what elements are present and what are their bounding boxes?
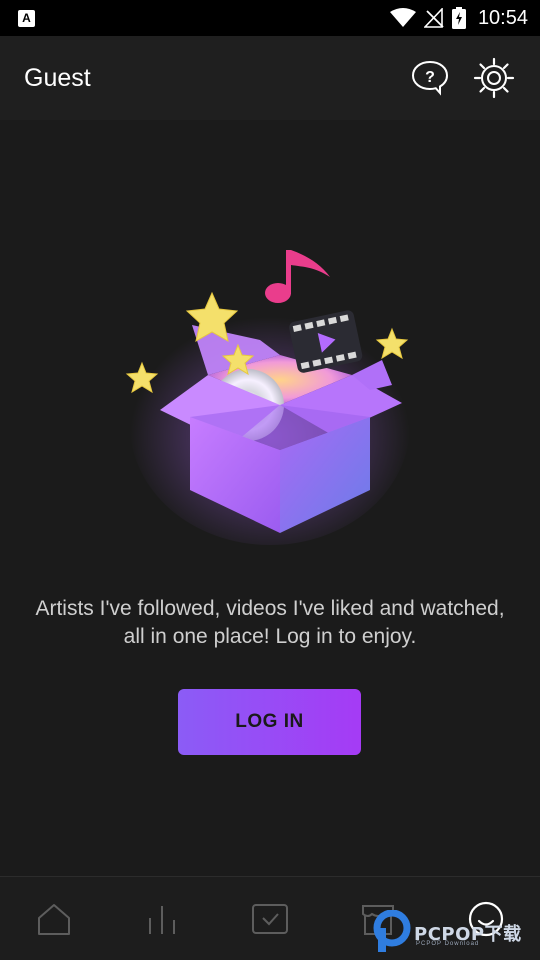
no-signal-icon	[423, 8, 444, 28]
svg-text:?: ?	[425, 69, 435, 86]
status-left: A	[18, 9, 390, 27]
tab-profile[interactable]	[451, 884, 521, 954]
status-bar: A 10:54	[0, 0, 540, 36]
battery-charging-icon	[451, 7, 466, 29]
settings-icon	[473, 57, 515, 99]
help-button[interactable]: ?	[408, 56, 452, 100]
app-notification-icon: A	[18, 9, 35, 27]
login-button[interactable]: LOG IN	[178, 689, 361, 755]
tab-inbox[interactable]	[235, 884, 305, 954]
status-right: 10:54	[389, 6, 528, 30]
status-time: 10:54	[477, 6, 528, 29]
settings-button[interactable]	[472, 56, 516, 100]
header-actions: ?	[408, 56, 516, 100]
page-title: Guest	[24, 63, 91, 92]
tab-chart[interactable]	[127, 884, 197, 954]
profile-icon	[468, 901, 504, 936]
tab-shop[interactable]	[343, 884, 413, 954]
wifi-icon	[389, 8, 416, 27]
app-header: Guest ?	[0, 36, 540, 120]
main-content: Artists I've followed, videos I've liked…	[0, 120, 540, 875]
bottom-navigation	[0, 876, 540, 960]
inbox-icon	[252, 903, 288, 934]
home-icon	[38, 903, 70, 935]
help-icon: ?	[411, 60, 449, 96]
tab-home[interactable]	[19, 884, 89, 954]
empty-state-message: Artists I've followed, videos I've liked…	[35, 597, 505, 648]
gift-box-illustration	[125, 250, 410, 545]
shop-icon	[362, 904, 394, 935]
chart-icon	[149, 905, 175, 934]
